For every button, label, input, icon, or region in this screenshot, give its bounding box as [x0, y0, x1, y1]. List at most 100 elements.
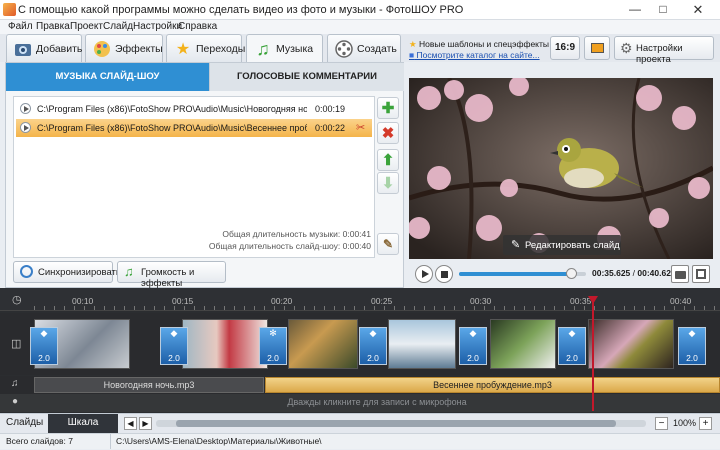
- plus-icon: ✚: [381, 100, 395, 117]
- video-track: ◫ ◆ 2.0 ◆ 2.0 ✻ 2.0 ◆ 2.0 ◆ 2.0 ◆ 2.0 ◆ 2.0: [0, 313, 720, 375]
- fullscreen-button[interactable]: [692, 265, 710, 283]
- seek-handle[interactable]: [565, 268, 577, 279]
- stop-button[interactable]: [435, 265, 453, 283]
- zoom-out-button[interactable]: −: [655, 417, 668, 430]
- tab-transitions-label: Переходы: [196, 43, 246, 55]
- delete-music-button[interactable]: ✖: [377, 122, 399, 144]
- close-button[interactable]: ✕: [678, 0, 718, 20]
- total-time: 00:40.625: [637, 268, 676, 278]
- tab-transitions[interactable]: ★ Переходы: [166, 34, 246, 62]
- tab-effects-label: Эффекты: [115, 43, 163, 55]
- slide-thumbnail[interactable]: [182, 319, 268, 369]
- time-readout: 00:35.625 / 00:40.625: [592, 268, 676, 278]
- star-bullet-icon: ★: [409, 39, 417, 49]
- scissors-icon[interactable]: ✂: [356, 121, 365, 134]
- menu-edit[interactable]: Правка: [36, 21, 70, 32]
- sync-icon: [20, 265, 33, 278]
- tab-effects[interactable]: Эффекты: [85, 34, 163, 62]
- transition-block[interactable]: ◆ 2.0: [678, 327, 706, 365]
- volume-effects-label: Громкость и эффекты: [141, 267, 195, 289]
- menu-file[interactable]: Файл: [8, 21, 33, 32]
- project-settings-button[interactable]: ⚙ Настройки проекта: [614, 36, 714, 65]
- scrollbar-thumb[interactable]: [176, 420, 616, 427]
- stop-icon: [441, 271, 448, 278]
- clear-list-button[interactable]: ✎: [377, 233, 399, 255]
- tab-music[interactable]: ♫ Музыка: [246, 34, 323, 64]
- transition-block[interactable]: ◆ 2.0: [558, 327, 586, 365]
- track-path: C:\Program Files (x86)\FotoShow PRO\Audi…: [37, 104, 307, 114]
- transition-icon: ◆: [688, 328, 696, 338]
- snapshot-button[interactable]: [671, 265, 689, 283]
- music-note-icon: ♫: [124, 264, 134, 279]
- audio-clip-spring[interactable]: Весеннее пробуждение.mp3: [265, 377, 720, 393]
- menu-help[interactable]: Справка: [178, 21, 217, 32]
- transition-block[interactable]: ◆ 2.0: [160, 327, 188, 365]
- playhead[interactable]: [588, 296, 598, 411]
- menu-project[interactable]: Проект: [70, 21, 103, 32]
- news-new-templates[interactable]: ★ Новые шаблоны и спецэффекты: [409, 39, 549, 50]
- play-track-icon[interactable]: [20, 103, 31, 114]
- slide-thumbnail[interactable]: [388, 319, 456, 369]
- play-track-icon[interactable]: [20, 122, 31, 133]
- timeline-scrollbar[interactable]: [156, 420, 646, 427]
- star-icon: ★: [175, 41, 191, 58]
- broom-icon: ✎: [382, 237, 394, 251]
- transition-duration: 2.0: [168, 353, 180, 363]
- volume-effects-button[interactable]: ♫ Громкость и эффекты: [117, 261, 226, 289]
- seek-bar[interactable]: [459, 268, 586, 279]
- slide-thumbnail[interactable]: [588, 319, 674, 369]
- tab-create[interactable]: Создать: [327, 34, 401, 62]
- transition-block[interactable]: ◆ 2.0: [359, 327, 387, 365]
- gear-icon: ⚙: [620, 40, 633, 56]
- film-track-icon: ◫: [11, 338, 22, 350]
- tab-voice-comments[interactable]: ГОЛОСОВЫЕ КОММЕНТАРИИ: [209, 63, 404, 91]
- move-down-button[interactable]: ⬇: [377, 172, 399, 194]
- track-row-selected[interactable]: C:\Program Files (x86)\FotoShow PRO\Audi…: [16, 119, 372, 137]
- synchronize-button[interactable]: Синхронизировать: [13, 261, 121, 283]
- info-icon: ■: [409, 50, 415, 60]
- move-up-button[interactable]: ⬆: [377, 149, 399, 171]
- tab-add[interactable]: Добавить: [6, 34, 82, 62]
- slideshow-format-button[interactable]: [584, 36, 610, 60]
- track-row[interactable]: C:\Program Files (x86)\FotoShow PRO\Audi…: [16, 100, 372, 118]
- play-icon: [422, 270, 429, 278]
- palette-icon: [92, 39, 112, 59]
- transition-duration: 2.0: [38, 353, 50, 363]
- tab-slides[interactable]: Слайды: [6, 417, 43, 428]
- maximize-button[interactable]: □: [650, 0, 676, 20]
- title-bar: С помощью какой программы можно сделать …: [0, 0, 720, 20]
- transition-block[interactable]: ◆ 2.0: [459, 327, 487, 365]
- synchronize-label: Синхронизировать: [38, 267, 121, 278]
- menu-slide[interactable]: Слайд: [103, 21, 133, 32]
- play-button[interactable]: [415, 265, 433, 283]
- tab-timeline[interactable]: Шкала времени: [48, 414, 118, 446]
- scroll-right-button[interactable]: ▶: [139, 417, 152, 430]
- transition-block[interactable]: ◆ 2.0: [30, 327, 58, 365]
- transition-icon: ◆: [469, 328, 477, 338]
- transition-duration: 2.0: [367, 353, 379, 363]
- tab-music-label: Музыка: [276, 43, 314, 55]
- edit-slide-button[interactable]: ✎ Редактировать слайд: [503, 235, 621, 255]
- news-catalog-link[interactable]: ■ Посмотрите каталог на сайте...: [409, 50, 540, 60]
- slide-thumbnail[interactable]: [490, 319, 556, 369]
- microphone-track[interactable]: ● Дважды кликните для записи с микрофона: [0, 394, 720, 412]
- audio-clip-new-year[interactable]: Новогодняя ночь.mp3: [34, 377, 264, 393]
- menu-settings[interactable]: Настройки: [133, 21, 182, 32]
- total-music-duration: Общая длительность музыки: 0:00:41: [222, 229, 371, 239]
- tick-label: 00:40: [670, 296, 692, 306]
- add-music-button[interactable]: ✚: [377, 97, 399, 119]
- transition-icon: ◆: [568, 328, 576, 338]
- slide-thumbnail[interactable]: [288, 319, 358, 369]
- timeline-ruler[interactable]: ◷ 00:10 00:15 00:20 00:25 00:30 00:35 00…: [0, 288, 720, 311]
- menu-bar: Файл Правка Проект Слайд Настройки Справ…: [0, 20, 720, 34]
- transition-block[interactable]: ✻ 2.0: [259, 327, 287, 365]
- film-reel-icon: [334, 39, 354, 59]
- playhead-marker: [588, 296, 598, 304]
- tab-slideshow-music[interactable]: МУЗЫКА СЛАЙД-ШОУ: [6, 63, 209, 91]
- aspect-ratio-button[interactable]: 16:9: [550, 36, 580, 60]
- transition-duration: 2.0: [467, 353, 479, 363]
- zoom-in-button[interactable]: +: [699, 417, 712, 430]
- minimize-button[interactable]: —: [622, 0, 648, 20]
- scroll-left-button[interactable]: ◀: [124, 417, 137, 430]
- status-divider: [110, 434, 111, 449]
